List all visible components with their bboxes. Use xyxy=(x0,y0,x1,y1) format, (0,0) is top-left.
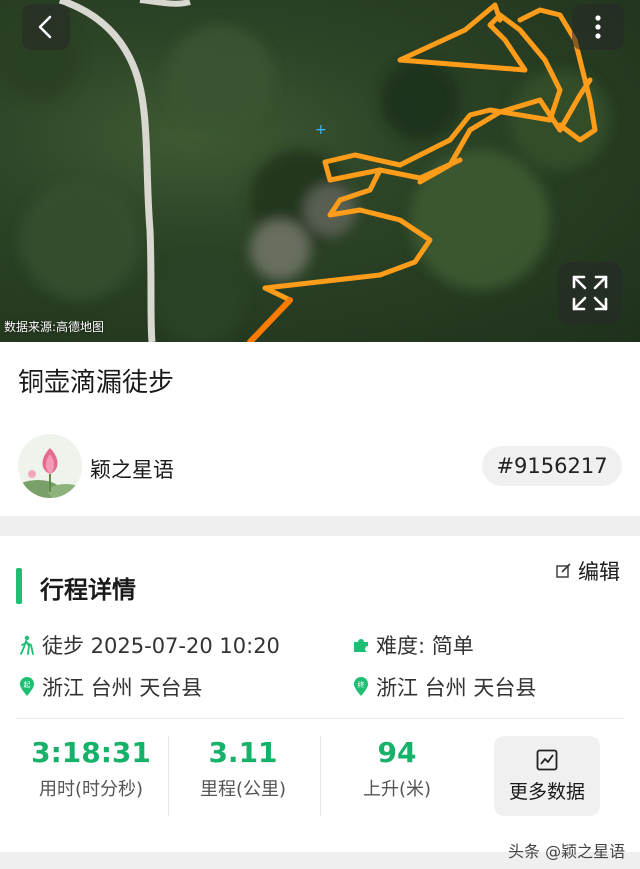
fullscreen-button[interactable] xyxy=(558,262,622,324)
svg-text:起: 起 xyxy=(24,681,31,689)
end-location-text: 浙江 台州 天台县 xyxy=(376,676,537,700)
svg-text:终: 终 xyxy=(358,680,365,689)
lotus-avatar-image xyxy=(18,434,82,498)
start-location-text: 浙江 台州 天台县 xyxy=(42,676,203,700)
activity-row: 徒步 2025-07-20 10:20 xyxy=(18,630,280,660)
satellite-terrain: + xyxy=(0,0,610,342)
puzzle-icon xyxy=(352,635,370,655)
svg-text:+: + xyxy=(315,122,327,138)
edit-button[interactable]: 编辑 xyxy=(556,556,620,586)
fullscreen-expand-icon xyxy=(572,275,608,311)
start-location-row: 起 浙江 台州 天台县 xyxy=(18,672,202,702)
start-pin-icon: 起 xyxy=(18,677,36,697)
route-map[interactable]: + 数据来源:高德地图 xyxy=(0,0,640,342)
chart-icon xyxy=(536,749,558,770)
edit-label: 编辑 xyxy=(578,560,620,584)
end-pin-icon: 终 xyxy=(352,677,370,697)
stat-distance: 3.11 里程(公里) xyxy=(168,736,318,801)
stat-label: 上升(米) xyxy=(362,779,432,800)
hiking-icon xyxy=(18,635,36,655)
more-options-button[interactable] xyxy=(572,4,624,50)
stat-separator xyxy=(320,736,321,816)
trip-id-badge[interactable]: #9156217 xyxy=(482,446,622,486)
chevron-left-icon xyxy=(38,15,52,39)
trip-header-card: 铜壶滴漏徒步 颖之星语 #9156217 xyxy=(0,342,640,516)
stat-ascent: 94 上升(米) xyxy=(322,736,472,801)
end-location-row: 终 浙江 台州 天台县 xyxy=(352,672,536,702)
section-accent-bar xyxy=(16,568,22,604)
map-source-text: 数据来源:高德地图 xyxy=(4,320,105,334)
difficulty-text: 难度: 简单 xyxy=(376,634,474,658)
activity-text: 徒步 2025-07-20 10:20 xyxy=(42,634,280,658)
stat-value: 3:18:31 xyxy=(31,736,151,769)
username[interactable]: 颖之星语 xyxy=(90,454,174,484)
divider xyxy=(16,718,624,719)
watermark: 头条 @颖之星语 xyxy=(508,842,626,861)
stat-value: 3.11 xyxy=(208,736,278,769)
trip-details-card: 行程详情 编辑 徒步 2025-07-20 10:20 难度: 简单 起 浙江 … xyxy=(0,536,640,852)
more-data-label: 更多数据 xyxy=(508,780,585,803)
stat-duration: 3:18:31 用时(时分秒) xyxy=(16,736,166,801)
stat-label: 里程(公里) xyxy=(199,779,287,800)
avatar[interactable] xyxy=(18,434,82,498)
trip-title: 铜壶滴漏徒步 xyxy=(18,368,175,398)
back-button[interactable] xyxy=(22,4,70,50)
section-title: 行程详情 xyxy=(40,576,136,604)
stat-label: 用时(时分秒) xyxy=(38,779,144,800)
more-vertical-icon xyxy=(595,15,601,39)
difficulty-row: 难度: 简单 xyxy=(352,630,474,660)
more-data-button[interactable]: 更多数据 xyxy=(494,736,600,816)
stat-value: 94 xyxy=(377,736,417,769)
edit-icon xyxy=(556,563,571,578)
